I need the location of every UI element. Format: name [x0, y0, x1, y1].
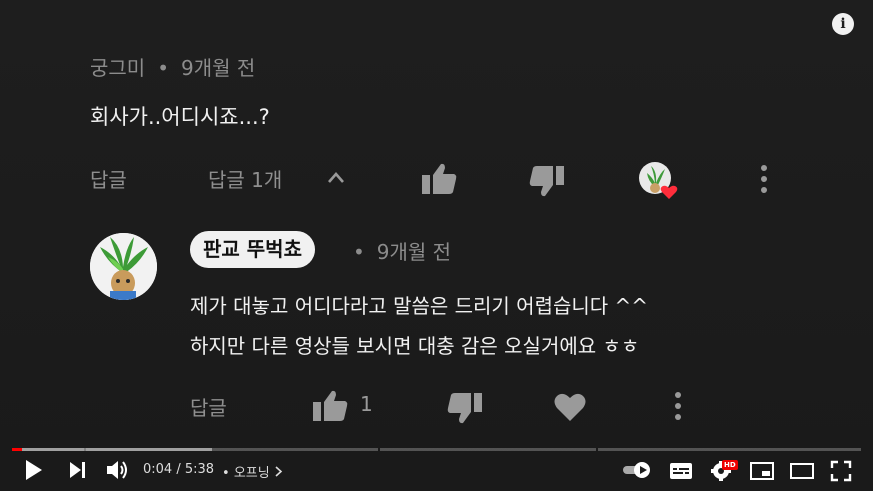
autoplay-toggle-icon[interactable] — [622, 461, 652, 479]
play-icon[interactable] — [24, 458, 44, 482]
chapter-segment[interactable] — [380, 448, 596, 451]
more-options-icon[interactable] — [671, 390, 685, 422]
separator-dot: • — [353, 240, 365, 264]
chapter-button[interactable]: • 오프닝 — [222, 462, 283, 481]
reply-button[interactable]: 답글 — [90, 164, 127, 193]
next-icon[interactable] — [68, 458, 88, 482]
buffer-bar — [12, 448, 212, 451]
separator-dot: • — [222, 466, 230, 481]
chevron-right-icon — [275, 466, 283, 477]
more-options-icon[interactable] — [757, 163, 771, 195]
subtitles-icon[interactable] — [669, 460, 693, 482]
reply-text-line-2: 하지만 다른 영상들 보시면 대충 감은 오실거에요 ㅎㅎ — [190, 334, 640, 358]
comment-time: 9개월 전 — [181, 56, 256, 80]
volume-icon[interactable] — [105, 458, 131, 482]
progress-bar[interactable] — [12, 448, 861, 451]
separator-dot: • — [157, 56, 169, 80]
like-count: 1 — [360, 392, 373, 416]
miniplayer-icon[interactable] — [750, 461, 774, 481]
avatar-image — [90, 233, 157, 300]
thumbs-down-icon[interactable] — [528, 164, 566, 198]
video-frame[interactable]: i 궁그미 • 9개월 전 회사가..어디시죠...? 답글 답글 1개 판교 … — [0, 0, 873, 491]
author-badge[interactable]: 판교 뚜벅쵸 — [190, 231, 315, 268]
thumbs-up-icon[interactable] — [420, 162, 458, 196]
reply-text-line-1: 제가 대놓고 어디다라고 말씀은 드리기 어렵습니다 ^^ — [190, 294, 649, 318]
reply-button[interactable]: 답글 — [190, 392, 227, 421]
comment-text: 회사가..어디시죠...? — [90, 105, 270, 129]
info-icon[interactable]: i — [832, 13, 854, 35]
view-replies-button[interactable]: 답글 1개 — [208, 164, 282, 193]
reply-time: • 9개월 전 — [353, 236, 451, 265]
chevron-up-icon[interactable] — [325, 167, 347, 189]
theater-mode-icon[interactable] — [790, 462, 814, 480]
thumbs-up-icon[interactable] — [311, 389, 349, 423]
creator-heart-icon — [639, 162, 678, 199]
comment-author: 궁그미 — [90, 56, 146, 80]
thumbs-down-icon[interactable] — [446, 391, 484, 425]
hd-badge: HD — [722, 460, 738, 470]
reply-time-text: 9개월 전 — [376, 240, 452, 264]
chapter-title: 오프닝 — [233, 466, 270, 481]
heart-icon[interactable] — [553, 391, 587, 423]
avatar[interactable] — [90, 233, 157, 300]
chapter-segment[interactable] — [598, 448, 861, 451]
time-display: 0:04 / 5:38 — [143, 462, 215, 477]
played-bar — [12, 448, 22, 451]
comment-header: 궁그미 • 9개월 전 — [90, 52, 255, 81]
fullscreen-icon[interactable] — [830, 460, 852, 482]
